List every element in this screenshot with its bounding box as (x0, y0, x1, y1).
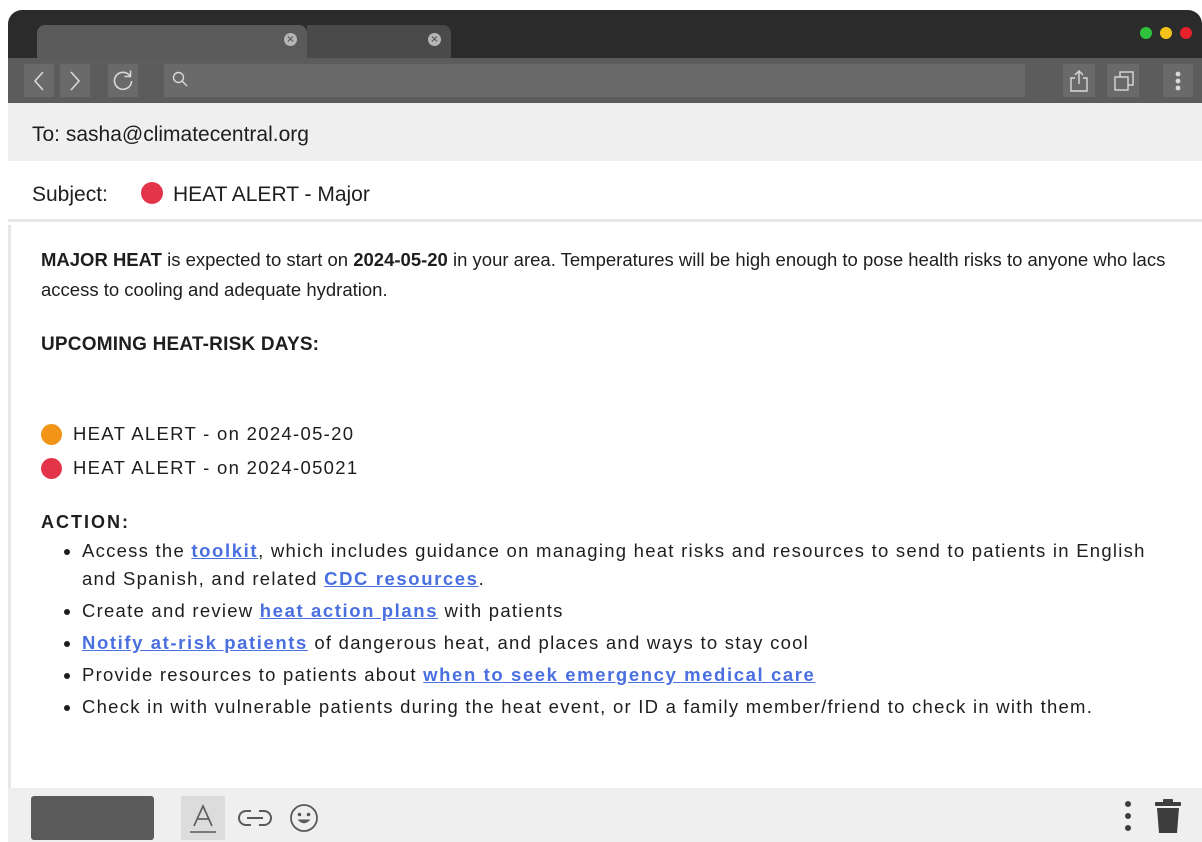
tabs-icon (1114, 71, 1134, 91)
close-icon[interactable]: × (428, 33, 441, 46)
browser-tab-1[interactable]: × (37, 25, 307, 58)
action-item: Check in with vulnerable patients during… (62, 693, 1172, 721)
search-icon (172, 71, 188, 87)
browser-tab-2[interactable]: × (307, 25, 451, 58)
insert-link-button[interactable] (237, 804, 273, 837)
action-item: Notify at-risk patients of dangerous hea… (62, 629, 1172, 657)
browser-toolbar (8, 58, 1202, 103)
close-window-dot[interactable] (1180, 27, 1192, 39)
trash-icon (1155, 799, 1181, 833)
toolkit-link[interactable]: toolkit (191, 540, 258, 561)
address-bar[interactable] (164, 64, 1025, 97)
compose-toolbar (8, 788, 1202, 842)
kebab-menu-icon (1175, 71, 1181, 91)
recipient-text: To: sasha@climatecentral.org (32, 123, 309, 146)
forward-button[interactable] (60, 64, 90, 97)
insert-emoji-button[interactable] (289, 803, 319, 838)
red-alert-dot-icon (141, 182, 163, 204)
to-field[interactable]: To: sasha@climatecentral.org (8, 103, 1202, 161)
heat-action-plans-link[interactable]: heat action plans (260, 600, 438, 621)
intro-text: is expected to start on (161, 249, 354, 270)
emoji-icon (290, 804, 318, 832)
subject-label: Subject: (32, 183, 108, 206)
intro-bold-date: 2024-05-20 (353, 249, 448, 270)
action-item: Access the toolkit, which includes guida… (62, 537, 1172, 593)
more-options-button[interactable] (1121, 798, 1135, 839)
emergency-care-link[interactable]: when to seek emergency medical care (423, 664, 815, 685)
intro-bold-heat: MAJOR HEAT (41, 249, 162, 270)
tab-bar: × × (8, 10, 1202, 58)
share-button[interactable] (1063, 64, 1095, 97)
reload-button[interactable] (108, 64, 138, 97)
action-text: Provide resources to patients about (82, 664, 424, 685)
action-text: Create and review (82, 600, 260, 621)
window-controls (1140, 27, 1192, 39)
email-body[interactable]: MAJOR HEAT is expected to start on 2024-… (8, 225, 1202, 790)
upcoming-heading: UPCOMING HEAT-RISK DAYS: (41, 334, 320, 355)
browser-window: × × To: sasha@climatecentral.org Subject… (8, 10, 1202, 842)
action-text: . (478, 568, 485, 589)
more-vertical-icon (1125, 801, 1131, 831)
notify-at-risk-patients-link[interactable]: Notify at-risk patients (82, 632, 308, 653)
delete-draft-button[interactable] (1154, 798, 1182, 839)
action-text: of dangerous heat, and places and ways t… (307, 632, 810, 653)
subject-text: HEAT ALERT - Major (173, 183, 370, 206)
action-text: Check in with vulnerable patients during… (82, 696, 1094, 717)
risk-day-label: HEAT ALERT - on 2024-05021 (73, 457, 359, 478)
minimize-dot[interactable] (1160, 27, 1172, 39)
orange-alert-dot-icon (41, 423, 62, 445)
format-text-button[interactable] (181, 796, 225, 840)
cdc-resources-link[interactable]: CDC resources (324, 568, 478, 589)
subject-field[interactable]: Subject: HEAT ALERT - Major (8, 161, 1202, 222)
action-heading: ACTION: (41, 512, 130, 532)
link-icon (238, 810, 272, 826)
risk-day-label: HEAT ALERT - on 2024-05-20 (73, 423, 355, 444)
intro-paragraph: MAJOR HEAT is expected to start on 2024-… (41, 245, 1181, 305)
back-button[interactable] (24, 64, 54, 97)
close-icon[interactable]: × (284, 33, 297, 46)
action-text: with patients (438, 600, 564, 621)
risk-day-item: HEAT ALERT - on 2024-05-20 (41, 423, 354, 445)
send-button[interactable] (31, 796, 154, 840)
share-icon (1070, 70, 1088, 92)
reload-icon (113, 70, 133, 91)
action-item: Provide resources to patients about when… (62, 661, 1172, 689)
tabs-button[interactable] (1107, 64, 1139, 97)
action-list: Access the toolkit, which includes guida… (62, 537, 1172, 721)
maximize-dot[interactable] (1140, 27, 1152, 39)
action-item: Create and review heat action plans with… (62, 597, 1172, 625)
action-text: Access the (82, 540, 192, 561)
chevron-left-icon (33, 71, 44, 91)
chevron-right-icon (70, 71, 81, 91)
risk-day-item: HEAT ALERT - on 2024-05021 (41, 457, 358, 479)
browser-menu-button[interactable] (1163, 64, 1193, 97)
text-format-icon (190, 804, 216, 833)
red-alert-dot-icon (41, 457, 62, 479)
